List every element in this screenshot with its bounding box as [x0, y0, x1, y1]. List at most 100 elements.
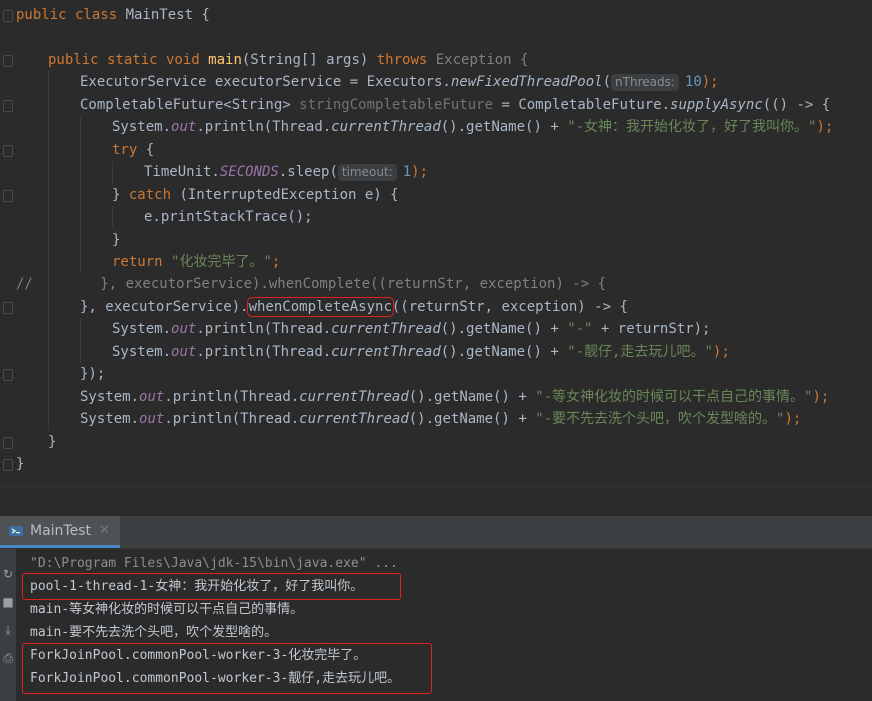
code-token: out [139, 411, 165, 428]
code-token: .println(Thread. [196, 119, 332, 136]
code-token: out [139, 388, 165, 405]
code-token: "-等女神化妆的时候可以干点自己的事情。" [535, 388, 813, 405]
code-token: System. [112, 321, 172, 338]
indent-guide [112, 161, 113, 184]
code-line: CompletableFuture<String> stringCompleta… [80, 94, 830, 116]
fold-marker-icon[interactable] [3, 301, 13, 314]
fold-marker-icon[interactable] [3, 459, 13, 471]
code-token: + returnStr); [592, 321, 711, 338]
code-line: }, executorService).whenCompleteAsync((r… [80, 296, 628, 318]
code-token: currentThread [331, 119, 441, 136]
code-line: System.out.println(Thread.currentThread(… [112, 116, 833, 138]
rerun-icon[interactable]: ↻ [1, 567, 15, 581]
code-line: } [112, 229, 120, 251]
code-token: System. [112, 119, 172, 136]
run-tab-label: MainTest [30, 522, 91, 539]
code-token: try [112, 141, 146, 158]
code-line: }); [80, 363, 105, 385]
code-token: System. [80, 388, 140, 405]
code-editor[interactable]: public class MainTest {public static voi… [0, 0, 872, 486]
tab-maintest[interactable]: MainTest ✕ [0, 516, 120, 548]
code-token: = CompletableFuture. [493, 96, 671, 113]
code-token: currentThread [299, 411, 409, 428]
code-token: { [145, 141, 155, 158]
code-token: ((returnStr, exception) -> { [391, 298, 628, 315]
indent-guide [80, 116, 81, 274]
indent-guide [80, 318, 81, 364]
code-token: ); [816, 119, 834, 136]
code-token: public static void [48, 51, 209, 68]
indent-guide [48, 71, 49, 431]
code-token: CompletableFuture<String> [80, 96, 300, 113]
code-token: SECONDS [219, 164, 279, 181]
panel-splitter[interactable] [0, 486, 872, 517]
editor-gutter [0, 0, 12, 486]
code-line: System.out.println(Thread.currentThread(… [112, 341, 730, 363]
code-token: ().getName() + [440, 119, 568, 136]
console-output-line: ForkJoinPool.commonPool-worker-3-靓仔,走去玩儿… [30, 671, 401, 686]
code-token: }, executorService). [80, 298, 249, 315]
fold-marker-icon[interactable] [3, 144, 13, 157]
fold-marker-icon[interactable] [3, 436, 13, 449]
run-config-icon [9, 525, 23, 536]
code-token: // }, executorService).whenComplete((ret… [16, 276, 607, 293]
code-token: out [171, 343, 197, 360]
code-token: ().getName() + [440, 321, 568, 338]
close-icon[interactable]: ✕ [99, 523, 110, 538]
code-line: System.out.println(Thread.currentThread(… [80, 386, 829, 408]
code-line: ExecutorService executorService = Execut… [80, 71, 719, 93]
code-token: ; [271, 253, 281, 270]
indent-guide [112, 206, 113, 229]
parameter-hint: nThreads: [611, 74, 679, 92]
console-output-line: ForkJoinPool.commonPool-worker-3-化妆完毕了。 [30, 648, 367, 663]
code-token: newFixedThreadPool [450, 74, 603, 91]
fold-marker-icon[interactable] [3, 10, 13, 22]
highlighted-method: whenCompleteAsync [246, 296, 394, 317]
code-token: 1 [402, 164, 412, 181]
code-token: out [171, 119, 197, 136]
code-line: } [16, 453, 24, 475]
code-line: e.printStackTrace(); [144, 206, 313, 228]
scroll-to-end-icon[interactable]: ⤓ [1, 623, 15, 637]
code-line: } catch (InterruptedException e) { [112, 184, 399, 206]
fold-marker-icon[interactable] [3, 99, 13, 112]
code-line: public static void main(String[] args) t… [48, 49, 528, 71]
code-token: MainTest { [125, 7, 210, 23]
code-token: .println(Thread. [164, 388, 300, 405]
code-token: e.printStackTrace(); [144, 209, 313, 226]
console-toolstrip: ↻ ■ ⤓ ⎙ [0, 549, 16, 701]
code-token: "-靓仔,走去玩儿吧。" [567, 343, 713, 360]
code-token: (String[] args) [241, 51, 377, 68]
console-command-line: "D:\Program Files\Java\jdk-15\bin\java.e… [30, 556, 398, 571]
code-token: ); [784, 411, 802, 428]
code-token: (InterruptedException e) { [179, 186, 399, 203]
print-icon[interactable]: ⎙ [1, 651, 15, 665]
code-token: .println(Thread. [196, 343, 332, 360]
code-line: System.out.println(Thread.currentThread(… [80, 408, 801, 430]
code-token: ( [602, 74, 612, 91]
code-token: supplyAsync [670, 96, 763, 113]
fold-marker-icon[interactable] [3, 54, 13, 67]
code-token: ); [712, 343, 730, 360]
fold-marker-icon[interactable] [3, 369, 13, 382]
console-output-line: main-要不先去洗个头吧，吹个发型啥的。 [30, 625, 278, 640]
parameter-hint: timeout: [337, 164, 397, 182]
code-token: TimeUnit. [144, 164, 220, 181]
code-token: "-要不先去洗个头吧，吹个发型啥的。" [535, 411, 785, 428]
run-tool-window: MainTest ✕ ↻ ■ ⤓ ⎙ "D:\Program Files\Jav… [0, 516, 872, 701]
run-tab-bar: MainTest ✕ [0, 516, 872, 549]
code-token: catch [128, 186, 180, 203]
code-token: main [208, 51, 242, 68]
code-token: "化妆完毕了。" [171, 253, 272, 270]
code-token: ().getName() + [440, 343, 568, 360]
fold-marker-icon[interactable] [3, 189, 13, 202]
code-line: try { [112, 139, 154, 161]
code-token: ); [812, 388, 830, 405]
code-token: ().getName() + [408, 388, 536, 405]
code-token: currentThread [331, 343, 441, 360]
code-token: throws [376, 51, 436, 68]
stop-icon[interactable]: ■ [1, 595, 15, 609]
code-token: ExecutorService executorService = Execut… [80, 74, 451, 91]
code-token: out [171, 321, 197, 338]
code-line: return "化妆完毕了。"; [112, 251, 280, 273]
